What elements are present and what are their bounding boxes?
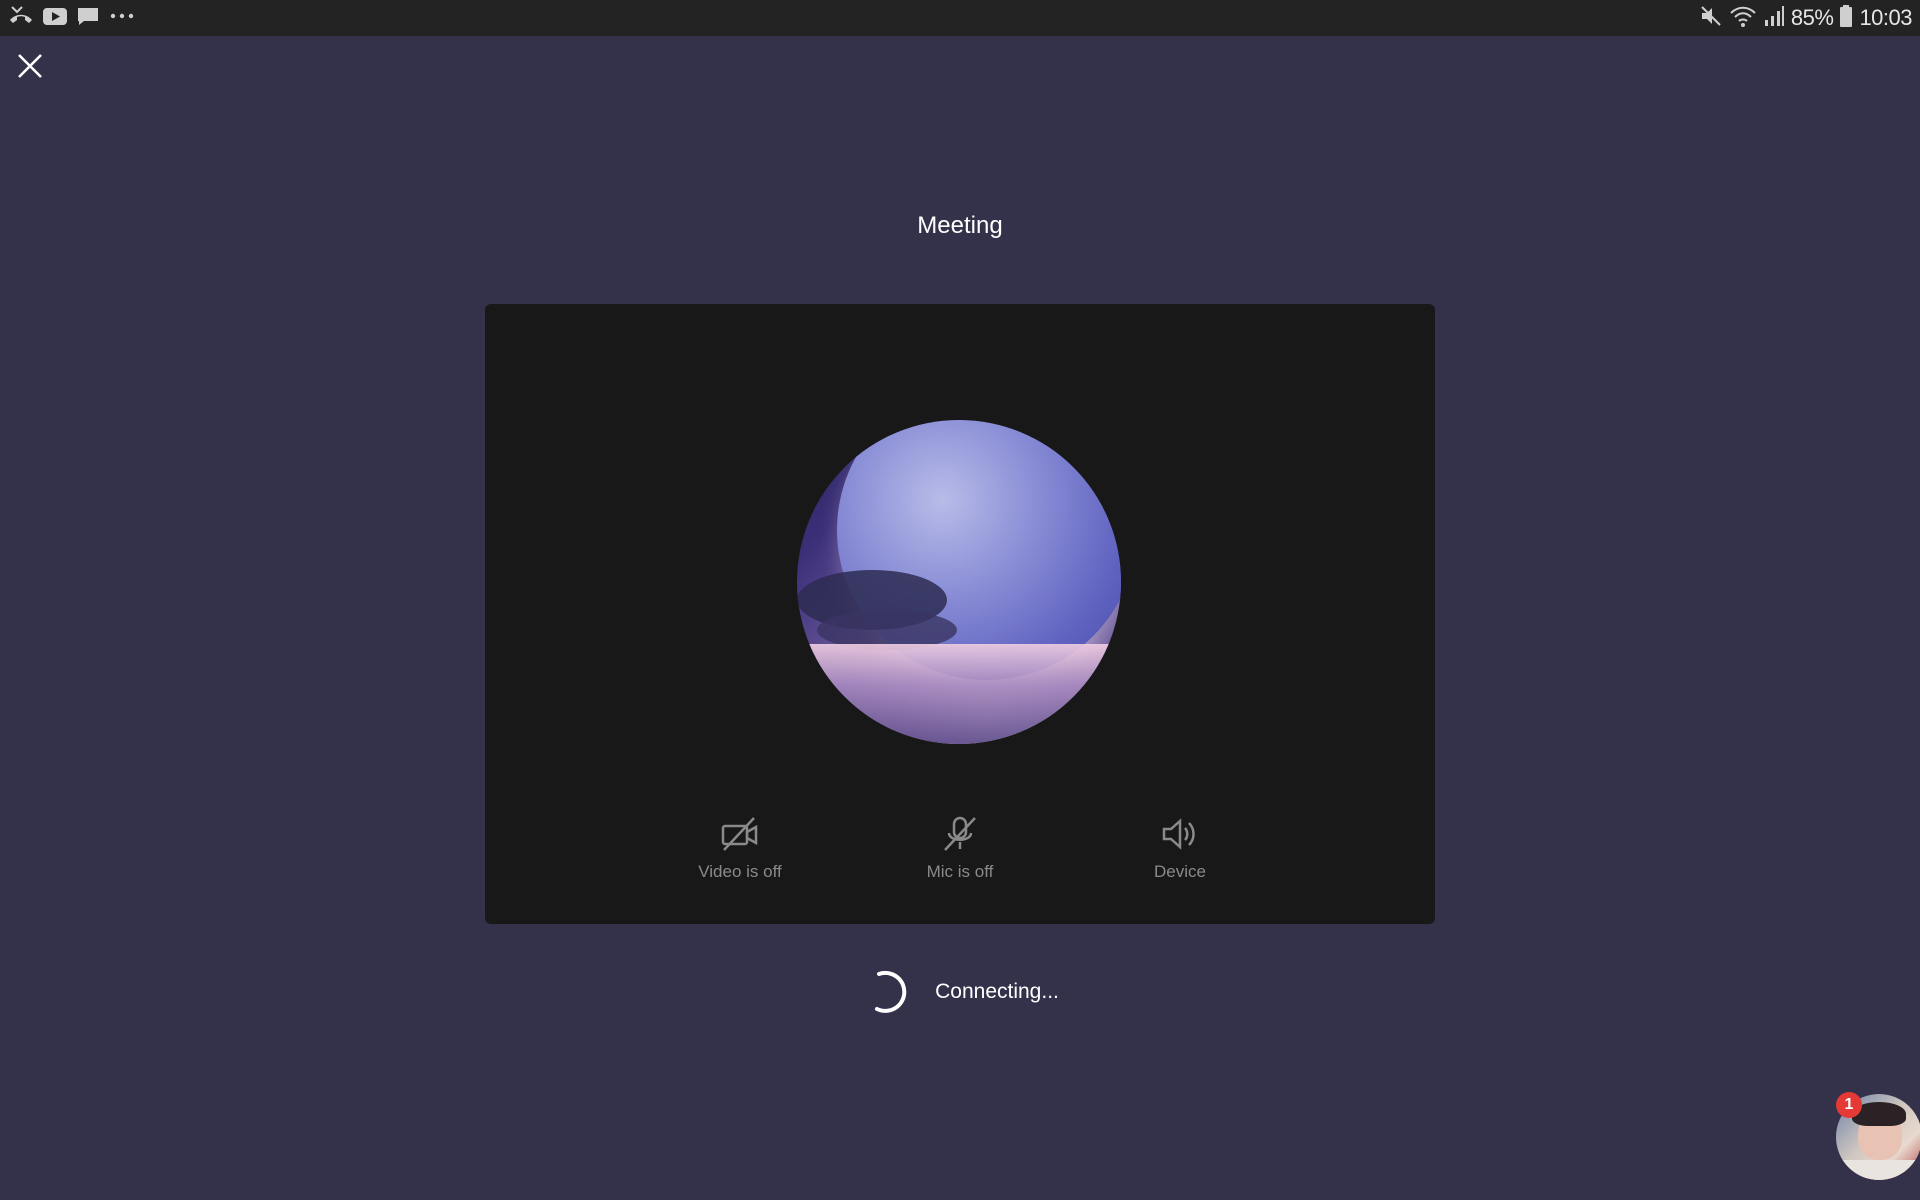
mic-toggle-label: Mic is off bbox=[926, 862, 994, 881]
more-dots-icon bbox=[108, 5, 136, 32]
loading-spinner-icon bbox=[875, 970, 907, 1013]
status-bar-notifications bbox=[8, 4, 136, 33]
speaker-icon bbox=[1162, 818, 1195, 850]
wifi-icon bbox=[1729, 4, 1757, 33]
clock: 10:03 bbox=[1859, 5, 1912, 30]
mute-icon bbox=[1699, 4, 1723, 33]
preview-controls: Video is off Mic is off Device bbox=[485, 814, 1435, 894]
mic-off-icon bbox=[944, 816, 976, 851]
status-bar-system: 85% 10:03 bbox=[1699, 4, 1912, 32]
video-preview-panel: Video is off Mic is off Device bbox=[485, 304, 1435, 924]
page-title: Meeting bbox=[917, 212, 1003, 239]
notification-badge: 1 bbox=[1836, 1092, 1862, 1118]
profile-avatar bbox=[797, 420, 1121, 744]
missed-call-icon bbox=[8, 4, 34, 33]
signal-icon bbox=[1763, 4, 1785, 33]
video-toggle-button[interactable]: Video is off bbox=[640, 814, 840, 882]
message-icon bbox=[76, 5, 100, 32]
video-toggle-label: Video is off bbox=[698, 862, 782, 881]
close-button[interactable] bbox=[12, 48, 48, 84]
status-bar: 85% 10:03 bbox=[0, 0, 1920, 36]
battery-icon bbox=[1839, 4, 1853, 33]
video-off-icon bbox=[721, 817, 758, 851]
connection-status-text: Connecting... bbox=[935, 980, 1059, 1003]
battery-percent: 85% bbox=[1790, 5, 1834, 30]
audio-device-button[interactable]: Device bbox=[1080, 814, 1280, 882]
connection-status: Connecting... bbox=[0, 968, 1920, 1016]
mic-toggle-button[interactable]: Mic is off bbox=[860, 814, 1060, 882]
youtube-icon bbox=[42, 5, 68, 32]
close-icon bbox=[18, 54, 42, 78]
audio-device-label: Device bbox=[1154, 862, 1206, 881]
